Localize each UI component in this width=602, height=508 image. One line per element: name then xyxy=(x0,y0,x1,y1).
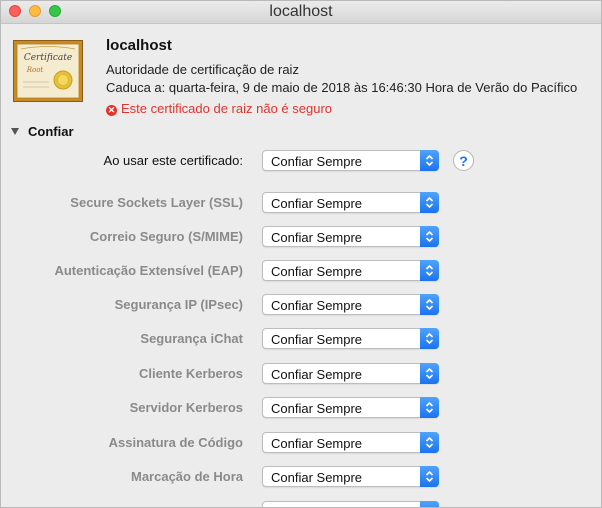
certificate-content: Certificate Root localhost Autoridade de… xyxy=(1,24,601,507)
trust-main-label: Ao usar este certificado: xyxy=(103,153,243,168)
popup-value: Confiar Sempre xyxy=(271,332,363,347)
help-button[interactable]: ? xyxy=(453,150,474,171)
certificate-icon: Certificate Root xyxy=(13,40,83,102)
up-down-chevron-icon xyxy=(420,501,439,507)
trust-row-label: Servidor Kerberos xyxy=(129,400,243,415)
trust-popup-kerberos-server[interactable]: Confiar Sempre xyxy=(262,397,439,418)
trust-popup-ssl[interactable]: Confiar Sempre xyxy=(262,192,439,213)
trust-row-smime: Correio Seguro (S/MIME) Confiar Sempre xyxy=(1,226,601,248)
trust-row-label: Segurança IP (IPsec) xyxy=(114,297,243,312)
trust-main-popup[interactable]: Confiar Sempre xyxy=(262,150,439,171)
trust-row-ssl: Secure Sockets Layer (SSL) Confiar Sempr… xyxy=(1,192,601,214)
up-down-chevron-icon xyxy=(420,432,439,453)
up-down-chevron-icon xyxy=(420,466,439,487)
popup-value: Confiar Sempre xyxy=(271,436,363,451)
trust-row-label: Correio Seguro (S/MIME) xyxy=(89,229,243,244)
certificate-expiration: Caduca a: quarta-feira, 9 de maio de 201… xyxy=(106,80,578,95)
trust-row-eap: Autenticação Extensível (EAP) Confiar Se… xyxy=(1,260,601,282)
popup-value: Confiar Sempre xyxy=(271,264,363,279)
certificate-icon-subtitle: Root xyxy=(26,66,44,74)
certificate-kind: Autoridade de certificação de raiz xyxy=(106,62,299,77)
trust-popup-eap[interactable]: Confiar Sempre xyxy=(262,260,439,281)
certificate-warning: ✕ Este certificado de raiz não é seguro xyxy=(106,101,332,116)
popup-value: Confiar Sempre xyxy=(271,230,363,245)
trust-row-label: Segurança iChat xyxy=(140,331,243,346)
certificate-warning-text: Este certificado de raiz não é seguro xyxy=(121,101,333,116)
trust-row-code-signing: Assinatura de Código Confiar Sempre xyxy=(1,432,601,454)
trust-row-kerberos-server: Servidor Kerberos Confiar Sempre xyxy=(1,397,601,419)
popup-value: Confiar Sempre xyxy=(271,367,363,382)
disclosure-triangle-icon xyxy=(11,128,19,135)
trust-row-label: Autenticação Extensível (EAP) xyxy=(54,263,243,278)
up-down-chevron-icon xyxy=(420,294,439,315)
popup-value: Confiar Sempre xyxy=(271,401,363,416)
up-down-chevron-icon xyxy=(420,150,439,171)
trust-popup-ichat[interactable]: Confiar Sempre xyxy=(262,328,439,349)
popup-value: Confiar Sempre xyxy=(271,154,363,169)
trust-popup-ipsec[interactable]: Confiar Sempre xyxy=(262,294,439,315)
trust-main-row: Ao usar este certificado: Confiar Sempre… xyxy=(1,150,601,172)
trust-row-timestamping: Marcação de Hora Confiar Sempre xyxy=(1,466,601,488)
up-down-chevron-icon xyxy=(420,363,439,384)
trust-row-label: Cliente Kerberos xyxy=(138,366,243,381)
trust-row-ichat: Segurança iChat Confiar Sempre xyxy=(1,328,601,350)
window-title: localhost xyxy=(269,3,333,20)
popup-value: Confiar Sempre xyxy=(271,470,363,485)
popup-value: Confiar Sempre xyxy=(271,196,363,211)
popup-value: Confiar Sempre xyxy=(271,298,363,313)
trust-row-label: Marcação de Hora xyxy=(131,469,243,484)
trust-section-toggle[interactable]: Confiar xyxy=(11,124,74,139)
trust-popup-smime[interactable]: Confiar Sempre xyxy=(262,226,439,247)
up-down-chevron-icon xyxy=(420,226,439,247)
trust-row-ipsec: Segurança IP (IPsec) Confiar Sempre xyxy=(1,294,601,316)
trust-popup-code-signing[interactable]: Confiar Sempre xyxy=(262,432,439,453)
trust-popup-kerberos-client[interactable]: Confiar Sempre xyxy=(262,363,439,384)
trust-row-partial xyxy=(1,501,601,507)
trust-row-label: Assinatura de Código xyxy=(108,435,243,450)
up-down-chevron-icon xyxy=(420,192,439,213)
up-down-chevron-icon xyxy=(420,328,439,349)
certificate-name: localhost xyxy=(106,37,172,54)
certificate-icon-title: Certificate xyxy=(24,53,72,63)
title-bar: localhost xyxy=(1,1,601,24)
trust-popup-timestamping[interactable]: Confiar Sempre xyxy=(262,466,439,487)
x-circle-icon: ✕ xyxy=(106,105,117,116)
trust-row-label: Secure Sockets Layer (SSL) xyxy=(70,195,243,210)
trust-section-label: Confiar xyxy=(28,124,74,139)
trust-row-kerberos-client: Cliente Kerberos Confiar Sempre xyxy=(1,363,601,385)
up-down-chevron-icon xyxy=(420,260,439,281)
trust-popup-partial[interactable] xyxy=(262,501,439,507)
certificate-window: localhost Certificate Root localhost Aut… xyxy=(0,0,602,508)
up-down-chevron-icon xyxy=(420,397,439,418)
